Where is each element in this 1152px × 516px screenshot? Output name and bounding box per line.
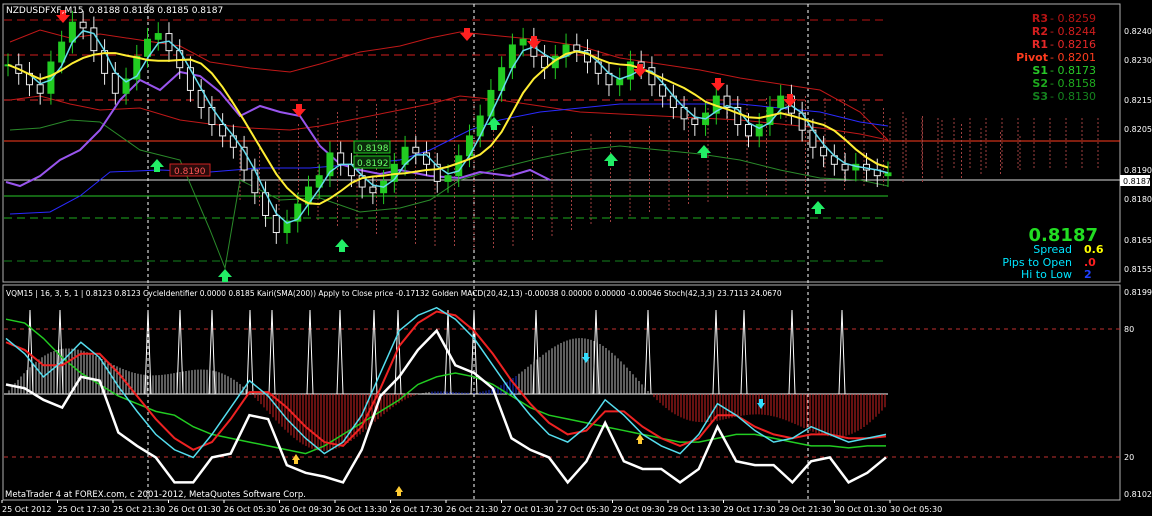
- pivot-value: - 0.8158: [1050, 77, 1096, 90]
- price-tick: 0.8165: [1124, 236, 1152, 245]
- time-tick: 25 Oct 2012: [2, 505, 51, 514]
- pivot-label-r3: R3: [1032, 12, 1048, 25]
- candle-body: [487, 89, 495, 117]
- time-tick: 25 Oct 21:30: [113, 505, 165, 514]
- spread-label: Spread: [1033, 243, 1072, 256]
- copyright-text: MetaTrader 4 at FOREX.com, c 2001-2012, …: [5, 490, 306, 500]
- pivot-label-r2: R2: [1032, 25, 1048, 38]
- candle-body: [744, 124, 752, 137]
- time-tick: 29 Oct 09:30: [613, 505, 665, 514]
- indicator-tick: 80: [1124, 325, 1134, 334]
- time-tick: 26 Oct 21:30: [446, 505, 498, 514]
- price-tick: 0.8240: [1124, 27, 1152, 36]
- hi-to-low-label: Hi to Low: [1021, 268, 1072, 281]
- candle-body: [841, 163, 849, 171]
- time-tick: 30 Oct 05:30: [890, 505, 942, 514]
- time-tick: 26 Oct 01:30: [169, 505, 221, 514]
- spread-value: 0.6: [1084, 243, 1104, 256]
- symbol-title: NZDUSDFXF,M15 0.8188 0.8188 0.8185 0.8187: [6, 6, 223, 16]
- time-tick: 26 Oct 09:30: [280, 505, 332, 514]
- box-label: 0.8190: [174, 167, 206, 177]
- candle-body: [820, 146, 828, 157]
- time-tick: 26 Oct 05:30: [224, 505, 276, 514]
- time-tick: 26 Oct 17:30: [391, 505, 443, 514]
- time-tick: 29 Oct 13:30: [668, 505, 720, 514]
- candle-body: [111, 72, 119, 94]
- time-tick: 26 Oct 13:30: [335, 505, 387, 514]
- price-tick: 0.8215: [1124, 96, 1152, 105]
- candle-body: [79, 21, 87, 29]
- candle-body: [648, 67, 656, 86]
- current-price-tag-text: 0.8187: [1123, 177, 1151, 186]
- candle-body: [272, 214, 280, 234]
- pivot-value: - 0.8201: [1050, 51, 1096, 64]
- box-label: 0.8192: [357, 159, 389, 169]
- time-tick: 27 Oct 05:30: [557, 505, 609, 514]
- pivot-value: - 0.8130: [1050, 90, 1096, 103]
- pivot-value: - 0.8216: [1050, 38, 1096, 51]
- pivot-value: - 0.8244: [1050, 25, 1096, 38]
- pivot-label-r1: R1: [1032, 38, 1048, 51]
- price-tick: 0.8190: [1124, 166, 1152, 175]
- candle-body: [444, 175, 452, 182]
- indicator-tick: 20: [1124, 453, 1134, 462]
- indicator-tick: 0.8102: [1124, 490, 1152, 499]
- hi-to-low-value: 2: [1084, 268, 1092, 281]
- candle-body: [412, 146, 420, 154]
- time-tick: 29 Oct 21:30: [779, 505, 831, 514]
- trading-chart-window[interactable]: 0.8198 0.8192 0.8190 NZDUSDFXF,M15 0.8188…: [0, 0, 1152, 516]
- candle-body: [884, 172, 892, 177]
- candle-body: [755, 124, 763, 137]
- candle-body: [777, 95, 785, 108]
- candle-body: [337, 152, 345, 165]
- time-tick: 29 Oct 17:30: [724, 505, 776, 514]
- time-tick: 30 Oct 01:30: [835, 505, 887, 514]
- candle-body: [616, 78, 624, 86]
- pivot-label-s3: S3: [1032, 90, 1048, 103]
- pivot-value: - 0.8173: [1050, 64, 1096, 77]
- candle-body: [519, 38, 527, 46]
- indicator-header: VQM15 | 16, 3, 5, 1 | 0.8123 0.8123 Cycl…: [6, 289, 782, 298]
- candle-body: [573, 44, 581, 52]
- candle-body: [455, 155, 463, 177]
- candle-body: [58, 41, 66, 63]
- pivot-label-s1: S1: [1032, 64, 1048, 77]
- box-label: 0.8198: [357, 144, 389, 154]
- pivot-label-s2: S2: [1032, 77, 1048, 90]
- price-tick: 0.8230: [1124, 56, 1152, 65]
- price-tick: 0.8205: [1124, 125, 1152, 134]
- indicator-tick: 0.8199: [1124, 288, 1152, 297]
- pivot-label-pivot: Pivot: [1016, 51, 1048, 64]
- time-tick: 25 Oct 17:30: [58, 505, 110, 514]
- candle-body: [154, 33, 162, 40]
- price-tick: 0.8155: [1124, 265, 1152, 274]
- pivot-value: - 0.8259: [1050, 12, 1096, 25]
- time-tick: 27 Oct 01:30: [502, 505, 554, 514]
- candle-body: [90, 27, 98, 52]
- price-tick: 0.8180: [1124, 195, 1152, 204]
- candle-body: [144, 38, 152, 57]
- candle-body: [369, 186, 377, 194]
- candle-body: [691, 118, 699, 126]
- candle-body: [36, 84, 44, 94]
